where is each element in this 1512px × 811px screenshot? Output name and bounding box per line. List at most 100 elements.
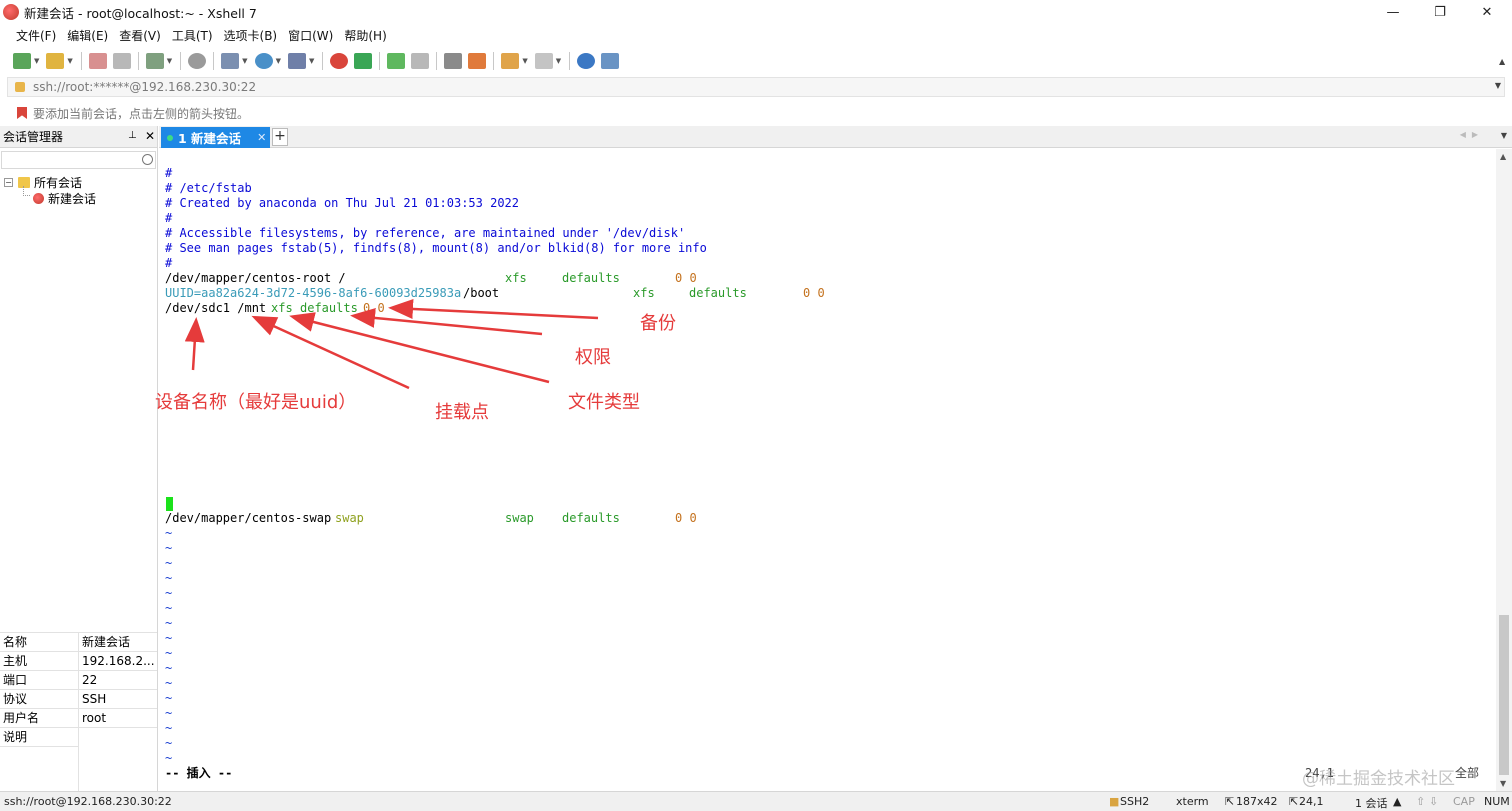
menu-tools[interactable]: 工具(T) — [172, 27, 213, 44]
fstab-swap-line: /dev/mapper/centos-swap swap swap defaults 0… — [165, 511, 697, 526]
new-session-icon[interactable] — [13, 53, 31, 69]
menu-file[interactable]: 文件(F) — [16, 27, 56, 44]
chevron-down-icon[interactable]: ▼ — [309, 57, 314, 65]
empty-line-tilde: ~ — [165, 721, 173, 735]
empty-line-tilde: ~ — [165, 736, 173, 750]
toolbar-divider — [180, 52, 182, 70]
device: /dev/mapper/centos-swap — [165, 511, 332, 525]
status-cursor: 24,1 — [1299, 795, 1324, 808]
chevron-up-icon[interactable]: ▲ — [1393, 795, 1401, 808]
scroll-down-icon[interactable]: ▼ — [1500, 779, 1506, 788]
chevron-down-icon[interactable]: ▼ — [522, 57, 527, 65]
status-num: NUM — [1484, 795, 1510, 808]
menu-edit[interactable]: 编辑(E) — [67, 27, 108, 44]
property-value: 22 — [82, 673, 98, 687]
chat-icon[interactable] — [601, 53, 620, 69]
menu-tab[interactable]: 选项卡(B) — [224, 27, 278, 44]
address-bar[interactable]: ssh://root:******@192.168.230.30:22 ▼ — [7, 77, 1505, 97]
xftp-icon[interactable] — [354, 53, 373, 69]
terminal[interactable]: # # /etc/fstab # Created by anaconda on … — [159, 149, 1496, 791]
chevron-down-icon[interactable]: ▼ — [242, 57, 247, 65]
tab-close-icon[interactable]: ✕ — [257, 131, 266, 144]
property-key: 名称 — [0, 633, 79, 651]
chevron-down-icon[interactable]: ▼ — [556, 57, 561, 65]
lock-icon[interactable] — [411, 53, 430, 69]
status-terminal-type: xterm — [1176, 795, 1209, 808]
address-text[interactable]: ssh://root:******@192.168.230.30:22 — [33, 80, 256, 94]
terminal-cursor — [166, 497, 173, 511]
help-icon[interactable] — [577, 53, 596, 69]
session-manager: 会话管理器 ⊥ ✕ − 所有会话 新建会话 名称 新建会话 主机 192.168… — [0, 126, 158, 791]
pin-icon[interactable]: ⊥ — [128, 130, 137, 141]
add-tab-button[interactable]: + — [272, 128, 288, 146]
chevron-down-icon[interactable]: ▼ — [276, 57, 281, 65]
lock-icon — [15, 82, 25, 92]
arrow-up-icon[interactable]: ⇧ — [1416, 795, 1425, 808]
menu-view[interactable]: 查看(V) — [119, 27, 161, 44]
connected-status-icon — [167, 134, 173, 141]
connect-icon[interactable] — [88, 53, 107, 69]
annotation-permission: 权限 — [575, 347, 611, 368]
terminal-line: # — [165, 211, 173, 225]
tree-connector — [23, 186, 30, 196]
session-search-input[interactable] — [1, 151, 156, 169]
annotation-device-name: 设备名称（最好是uuid） — [155, 392, 357, 413]
chevron-down-icon[interactable]: ▼ — [34, 57, 39, 65]
property-value — [79, 728, 82, 746]
xshell-icon[interactable] — [330, 53, 349, 69]
tab-menu-icon[interactable]: ▼ — [1501, 131, 1507, 140]
chevron-down-icon[interactable]: ▼ — [1495, 81, 1501, 90]
terminal-line: # — [165, 166, 173, 180]
mount-point: swap — [335, 511, 364, 525]
property-key: 协议 — [0, 690, 79, 708]
close-button[interactable]: ✕ — [1464, 0, 1510, 24]
terminal-scrollbar[interactable]: ▲ ▼ — [1496, 149, 1512, 791]
restore-button[interactable]: ❐ — [1417, 0, 1463, 24]
terminal-line: # See man pages fstab(5), findfs(8), mou… — [165, 241, 707, 255]
tab-new-session[interactable]: 1 新建会话 ✕ — [161, 127, 270, 148]
scrollbar-thumb[interactable] — [1499, 615, 1509, 775]
fullscreen-icon[interactable] — [387, 53, 406, 69]
menu-bar: 文件(F) 编辑(E) 查看(V) 工具(T) 选项卡(B) 窗口(W) 帮助(… — [0, 24, 1512, 46]
lock-icon: ■ — [1109, 795, 1120, 808]
status-sessions: 1 会话 — [1355, 797, 1388, 810]
bookmark-icon[interactable] — [17, 107, 27, 119]
menu-help[interactable]: 帮助(H) — [344, 27, 386, 44]
chevron-down-icon[interactable]: ▼ — [67, 57, 72, 65]
arrow-down-icon[interactable]: ⇩ — [1429, 795, 1438, 808]
toolbar-overflow-icon[interactable]: ▲ — [1499, 57, 1505, 66]
minimize-button[interactable]: — — [1370, 0, 1416, 24]
tab-scroll-arrows[interactable]: ◀▶ — [1460, 130, 1484, 139]
toolbar-divider — [137, 52, 139, 70]
dump-pass: 0 0 — [803, 286, 825, 300]
title-bar: 新建会话 - root@localhost:~ - Xshell 7 — ❐ ✕ — [0, 0, 1512, 24]
scroll-up-icon[interactable]: ▲ — [1500, 152, 1506, 161]
window-icon[interactable] — [534, 53, 553, 69]
tree-label: 新建会话 — [48, 192, 97, 206]
property-value: 新建会话 — [82, 635, 131, 649]
property-row: 名称 新建会话 — [0, 632, 157, 651]
search-icon[interactable] — [142, 154, 153, 165]
properties-icon[interactable] — [145, 53, 164, 69]
tree-item-new-session[interactable]: 新建会话 — [33, 190, 96, 207]
disconnect-icon[interactable] — [112, 53, 131, 69]
open-folder-icon[interactable] — [46, 53, 65, 69]
property-row: 端口 22 — [0, 670, 157, 689]
font-icon[interactable] — [287, 53, 306, 69]
property-key: 说明 — [0, 728, 79, 746]
chevron-down-icon[interactable]: ▼ — [167, 57, 172, 65]
property-value: root — [82, 711, 107, 725]
add-folder-icon[interactable] — [501, 53, 520, 69]
search-icon[interactable] — [188, 53, 207, 69]
hint-bar: 要添加当前会话，点击左侧的箭头按钮。 — [0, 102, 1512, 124]
tree-item-all-sessions[interactable]: − 所有会话 — [4, 174, 82, 191]
layout-icon[interactable] — [221, 53, 240, 69]
options: defaults — [562, 511, 620, 525]
highlight-icon[interactable] — [468, 53, 487, 69]
collapse-icon[interactable]: − — [4, 178, 13, 187]
close-icon[interactable]: ✕ — [145, 129, 155, 143]
property-row: 协议 SSH — [0, 689, 157, 708]
keyboard-icon[interactable] — [444, 53, 463, 69]
menu-window[interactable]: 窗口(W) — [288, 27, 333, 44]
globe-icon[interactable] — [254, 53, 273, 69]
